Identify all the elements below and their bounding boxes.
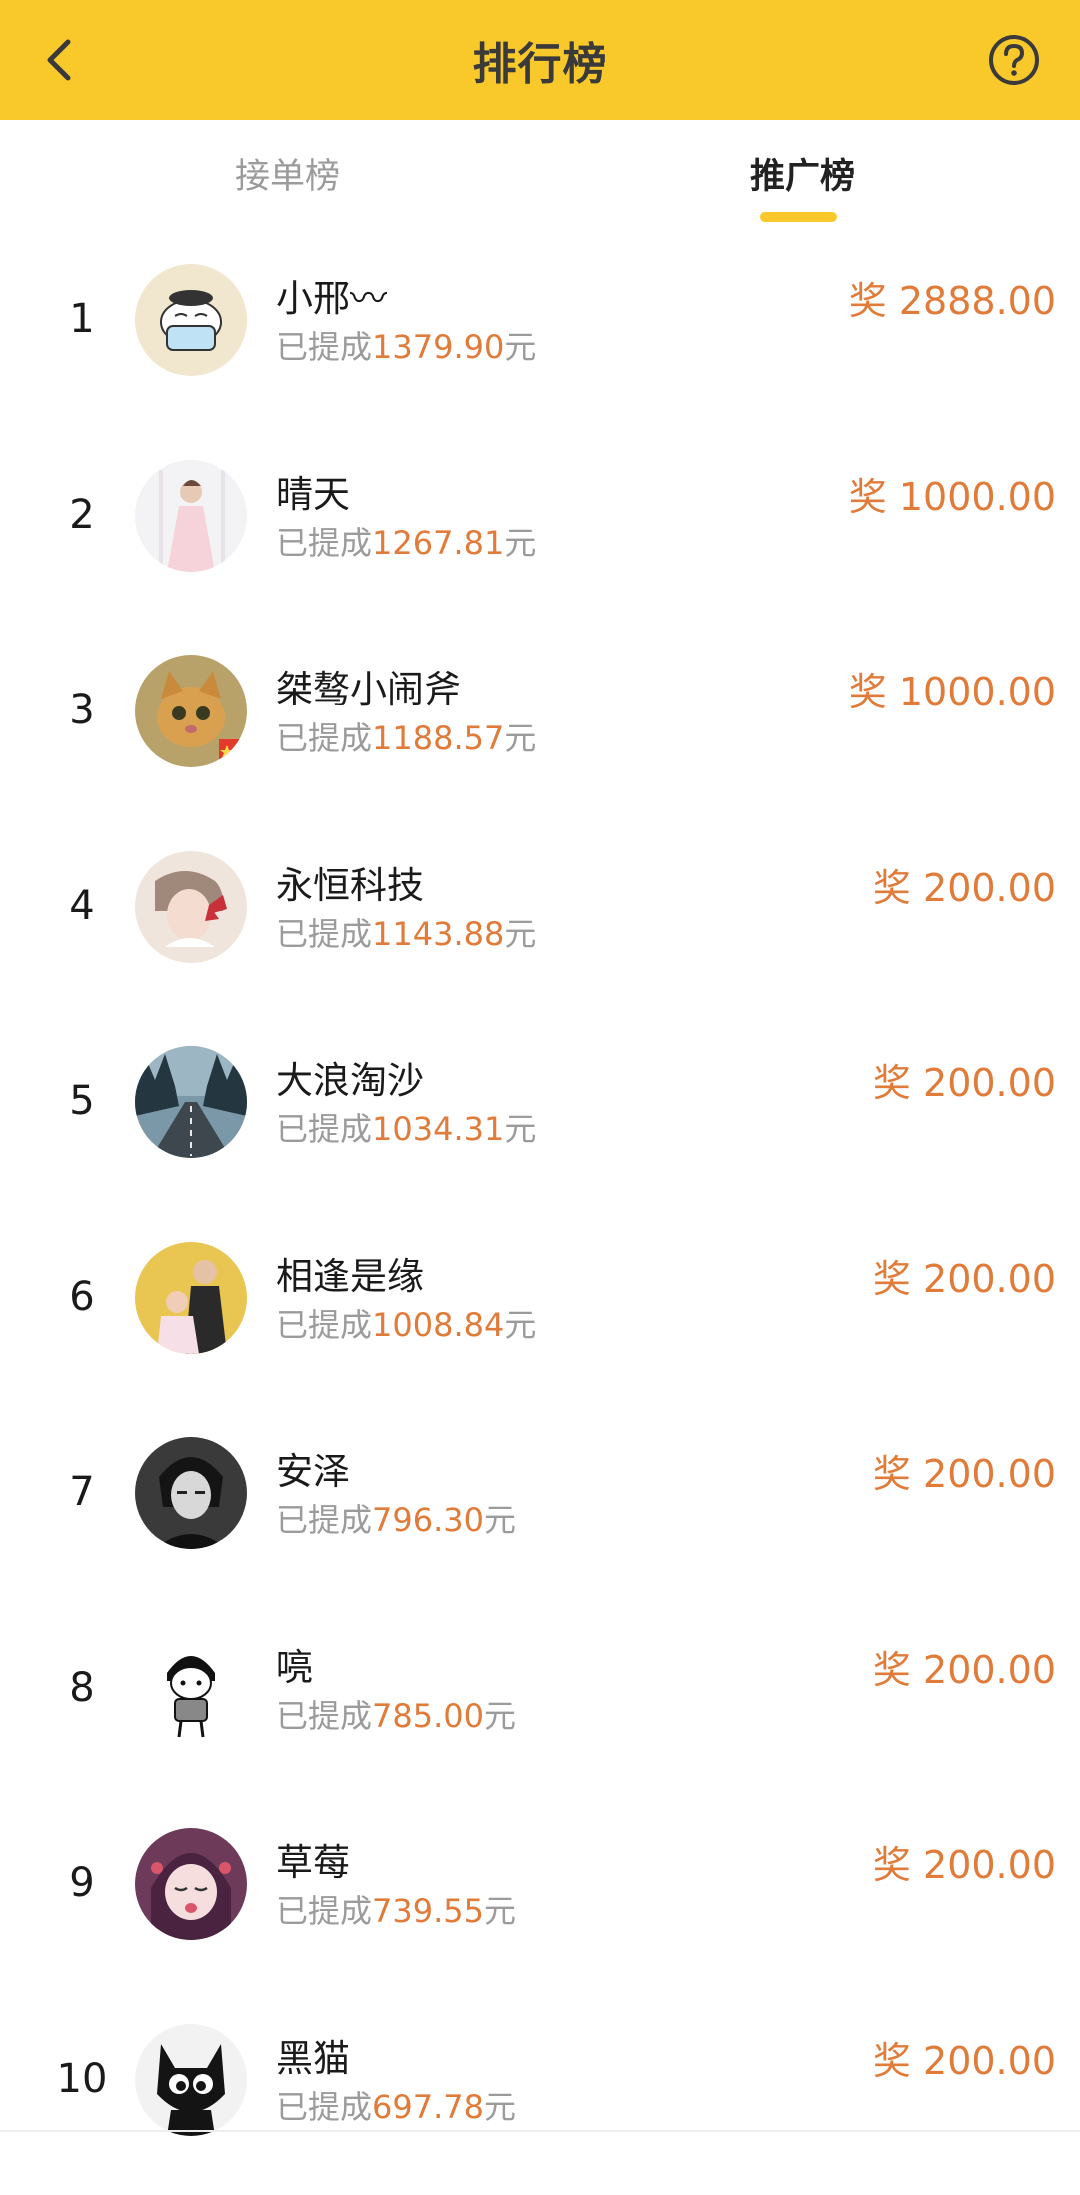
avatar bbox=[135, 1242, 247, 1354]
ranking-row[interactable]: 4 永恒科技 已提成1143.88元 奖 200.00 bbox=[0, 827, 1080, 1023]
user-name: 晴天 bbox=[276, 464, 350, 518]
tab-bar: 接单榜 推广榜 bbox=[0, 120, 1080, 230]
ranking-row[interactable]: 10 黑猫 已提成697.78元 奖 200.00 bbox=[0, 2000, 1080, 2195]
reward-amount: 奖 200.00 bbox=[873, 2030, 1056, 2085]
tab-promotion-ranking[interactable]: 推广榜 bbox=[750, 148, 855, 199]
withdrawn-amount: 1188.57 bbox=[372, 719, 504, 757]
withdrawn-amount: 1143.88 bbox=[372, 915, 504, 953]
ranking-row[interactable]: 3 桀骜小闹斧 已提成1188.57元 奖 1000.00 bbox=[0, 631, 1080, 827]
rank-number: 3 bbox=[50, 687, 114, 733]
withdrawn-info: 已提成785.00元 bbox=[276, 1691, 516, 1737]
ranking-row[interactable]: 6 相逢是缘 已提成1008.84元 奖 200.00 bbox=[0, 1218, 1080, 1414]
withdrawn-amount: 1008.84 bbox=[372, 1306, 504, 1344]
avatar bbox=[135, 264, 247, 376]
tab-order-ranking[interactable]: 接单榜 bbox=[235, 148, 340, 199]
avatar bbox=[135, 655, 247, 767]
withdrawn-info: 已提成697.78元 bbox=[276, 2082, 516, 2128]
rank-number: 5 bbox=[50, 1078, 114, 1124]
ranking-row[interactable]: 8 喨 已提成785.00元 奖 200.00 bbox=[0, 1609, 1080, 1805]
chevron-left-icon bbox=[38, 30, 78, 90]
ranking-row[interactable]: 1 小邢〰 已提成1379.90元 奖 2888.00 bbox=[0, 240, 1080, 436]
withdrawn-info: 已提成1379.90元 bbox=[276, 322, 536, 368]
ranking-row[interactable]: 5 大浪淘沙 已提成1034.31元 奖 200.00 bbox=[0, 1022, 1080, 1218]
reward-amount: 奖 2888.00 bbox=[849, 270, 1056, 325]
avatar bbox=[135, 460, 247, 572]
rank-number: 7 bbox=[50, 1469, 114, 1515]
user-name: 相逢是缘 bbox=[276, 1246, 424, 1300]
user-name: 大浪淘沙 bbox=[276, 1050, 424, 1104]
rank-number: 1 bbox=[50, 296, 114, 342]
page-title: 排行榜 bbox=[473, 28, 608, 92]
reward-amount: 奖 200.00 bbox=[873, 1052, 1056, 1107]
avatar bbox=[135, 1633, 247, 1745]
question-circle-icon bbox=[986, 32, 1042, 88]
rank-number: 8 bbox=[50, 1665, 114, 1711]
reward-amount: 奖 200.00 bbox=[873, 1248, 1056, 1303]
ranking-row[interactable]: 2 晴天 已提成1267.81元 奖 1000.00 bbox=[0, 436, 1080, 632]
active-tab-indicator bbox=[760, 212, 837, 222]
withdrawn-info: 已提成1034.31元 bbox=[276, 1104, 536, 1150]
withdrawn-amount: 1034.31 bbox=[372, 1110, 504, 1148]
back-button[interactable] bbox=[38, 30, 98, 90]
withdrawn-amount: 697.78 bbox=[372, 2088, 484, 2126]
reward-amount: 奖 200.00 bbox=[873, 1639, 1056, 1694]
user-name: 草莓 bbox=[276, 1832, 350, 1886]
withdrawn-info: 已提成1267.81元 bbox=[276, 518, 536, 564]
rank-number: 4 bbox=[50, 883, 114, 929]
user-name: 安泽 bbox=[276, 1441, 350, 1495]
rank-number: 9 bbox=[50, 1860, 114, 1906]
withdrawn-amount: 1379.90 bbox=[372, 328, 504, 366]
withdrawn-info: 已提成796.30元 bbox=[276, 1495, 516, 1541]
rank-number: 10 bbox=[50, 2056, 114, 2102]
avatar bbox=[135, 851, 247, 963]
avatar bbox=[135, 2024, 247, 2136]
user-name: 永恒科技 bbox=[276, 855, 424, 909]
ranking-row[interactable]: 9 草莓 已提成739.55元 奖 200.00 bbox=[0, 1804, 1080, 2000]
user-name: 桀骜小闹斧 bbox=[276, 659, 461, 713]
help-button[interactable] bbox=[986, 32, 1042, 88]
ranking-list: 1 小邢〰 已提成1379.90元 奖 2888.00 2 bbox=[0, 240, 1080, 2195]
avatar bbox=[135, 1437, 247, 1549]
avatar bbox=[135, 1828, 247, 1940]
rank-number: 6 bbox=[50, 1274, 114, 1320]
bottom-divider bbox=[0, 2130, 1080, 2132]
reward-amount: 奖 1000.00 bbox=[849, 661, 1056, 716]
withdrawn-info: 已提成739.55元 bbox=[276, 1886, 516, 1932]
avatar bbox=[135, 1046, 247, 1158]
withdrawn-amount: 739.55 bbox=[372, 1892, 484, 1930]
reward-amount: 奖 200.00 bbox=[873, 1834, 1056, 1889]
reward-amount: 奖 1000.00 bbox=[849, 466, 1056, 521]
withdrawn-info: 已提成1008.84元 bbox=[276, 1300, 536, 1346]
reward-amount: 奖 200.00 bbox=[873, 857, 1056, 912]
user-name: 黑猫 bbox=[276, 2028, 350, 2082]
withdrawn-amount: 785.00 bbox=[372, 1697, 484, 1735]
user-name: 小邢〰 bbox=[276, 268, 387, 322]
withdrawn-amount: 1267.81 bbox=[372, 524, 504, 562]
top-bar: 排行榜 bbox=[0, 0, 1080, 120]
reward-amount: 奖 200.00 bbox=[873, 1443, 1056, 1498]
ranking-row[interactable]: 7 安泽 已提成796.30元 奖 200.00 bbox=[0, 1413, 1080, 1609]
user-name: 喨 bbox=[276, 1637, 313, 1691]
withdrawn-info: 已提成1188.57元 bbox=[276, 713, 536, 759]
rank-number: 2 bbox=[50, 492, 114, 538]
withdrawn-amount: 796.30 bbox=[372, 1501, 484, 1539]
withdrawn-info: 已提成1143.88元 bbox=[276, 909, 536, 955]
